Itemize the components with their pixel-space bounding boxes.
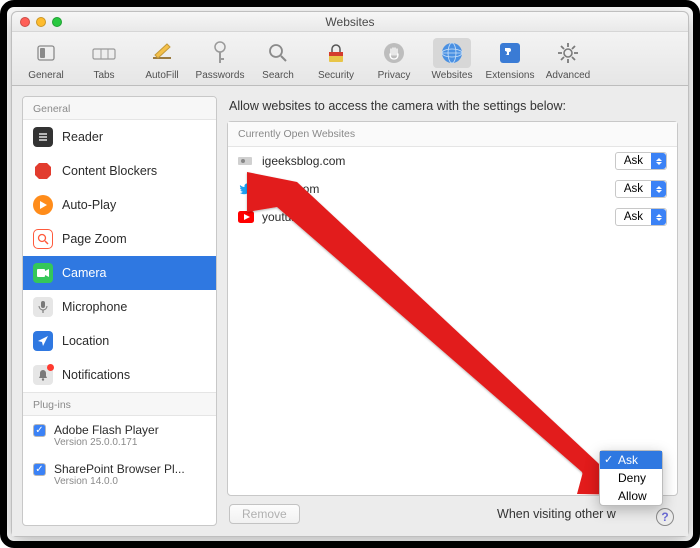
sidebar-item-label: Notifications (62, 368, 130, 382)
camera-icon (33, 263, 53, 283)
site-permission-select[interactable]: Ask (615, 180, 667, 198)
checkbox-icon[interactable]: ✓ (33, 424, 46, 437)
plugin-item-flash[interactable]: ✓ Adobe Flash Player Version 25.0.0.171 (23, 416, 216, 455)
pencil-icon (150, 42, 174, 64)
plugin-name: SharePoint Browser Pl... (54, 462, 185, 476)
stop-icon (33, 161, 53, 181)
site-name: igeeksblog.com (262, 154, 607, 168)
tabs-icon (91, 43, 117, 63)
sidebar-item-label: Page Zoom (62, 232, 127, 246)
switch-icon (35, 42, 57, 64)
zoom-page-icon (33, 229, 53, 249)
toolbar-extensions[interactable]: Extensions (482, 36, 538, 83)
sidebar-item-label: Microphone (62, 300, 127, 314)
permission-dropdown[interactable]: Ask Deny Allow (599, 450, 663, 506)
notifications-icon (33, 365, 53, 385)
plugin-item-sharepoint[interactable]: ✓ SharePoint Browser Pl... Version 14.0.… (23, 455, 216, 494)
sidebar-item-label: Camera (62, 266, 106, 280)
microphone-icon (33, 297, 53, 317)
site-row[interactable]: twitter.com Ask (228, 175, 677, 203)
site-name: twitter.com (262, 182, 607, 196)
toolbar-websites[interactable]: Websites (424, 36, 480, 83)
sidebar-group-plugins: Plug-ins (23, 392, 216, 416)
panel-header: Currently Open Websites (228, 122, 677, 147)
toolbar-privacy[interactable]: Privacy (366, 36, 422, 83)
preferences-toolbar: General Tabs AutoFill Passwords Search S… (12, 32, 688, 86)
play-icon (33, 195, 53, 215)
main-title: Allow websites to access the camera with… (227, 96, 678, 121)
sidebar-item-label: Reader (62, 130, 103, 144)
help-button[interactable]: ? (656, 508, 674, 526)
globe-icon (440, 41, 464, 65)
toolbar-security[interactable]: Security (308, 36, 364, 83)
websites-sidebar: General Reader Content Blockers Auto-Pla… (22, 96, 217, 526)
plugin-version: Version 25.0.0.171 (54, 437, 159, 448)
site-permission-select[interactable]: Ask (615, 208, 667, 226)
toolbar-tabs[interactable]: Tabs (76, 36, 132, 83)
lock-icon (325, 42, 347, 64)
stepper-arrows-icon (651, 209, 666, 225)
toolbar-search[interactable]: Search (250, 36, 306, 83)
sidebar-item-label: Location (62, 334, 109, 348)
key-icon (210, 40, 230, 66)
sidebar-item-page-zoom[interactable]: Page Zoom (23, 222, 216, 256)
plugin-name: Adobe Flash Player (54, 423, 159, 437)
twitter-favicon-icon (238, 181, 254, 197)
reader-icon (33, 127, 53, 147)
stepper-arrows-icon (651, 153, 666, 169)
sidebar-item-auto-play[interactable]: Auto-Play (23, 188, 216, 222)
remove-button[interactable]: Remove (229, 504, 300, 524)
sidebar-group-general: General (23, 97, 216, 120)
stepper-arrows-icon (651, 181, 666, 197)
toolbar-autofill[interactable]: AutoFill (134, 36, 190, 83)
window-title: Websites (12, 15, 688, 29)
sidebar-item-location[interactable]: Location (23, 324, 216, 358)
sidebar-item-microphone[interactable]: Microphone (23, 290, 216, 324)
gear-icon (556, 41, 580, 65)
titlebar: Websites (12, 12, 688, 32)
dropdown-option-deny[interactable]: Deny (600, 469, 662, 487)
puzzle-icon (498, 41, 522, 65)
youtube-favicon-icon (238, 209, 254, 225)
dropdown-option-allow[interactable]: Allow (600, 487, 662, 505)
sidebar-item-camera[interactable]: Camera (23, 256, 216, 290)
sidebar-item-reader[interactable]: Reader (23, 120, 216, 154)
site-row[interactable]: igeeksblog.com Ask (228, 147, 677, 175)
toolbar-passwords[interactable]: Passwords (192, 36, 248, 83)
site-row[interactable]: youtube.com Ask (228, 203, 677, 231)
search-icon (267, 42, 289, 64)
toolbar-general[interactable]: General (18, 36, 74, 83)
sidebar-item-content-blockers[interactable]: Content Blockers (23, 154, 216, 188)
sidebar-item-label: Auto-Play (62, 198, 116, 212)
websites-panel: Currently Open Websites igeeksblog.com A… (227, 121, 678, 496)
hand-icon (382, 41, 406, 65)
checkbox-icon[interactable]: ✓ (33, 463, 46, 476)
site-permission-select[interactable]: Ask (615, 152, 667, 170)
notification-badge-icon (47, 364, 54, 371)
sidebar-item-label: Content Blockers (62, 164, 157, 178)
sidebar-item-notifications[interactable]: Notifications (23, 358, 216, 392)
dropdown-option-ask[interactable]: Ask (600, 451, 662, 469)
footer-label: When visiting other w (497, 507, 616, 521)
toolbar-advanced[interactable]: Advanced (540, 36, 596, 83)
location-icon (33, 331, 53, 351)
site-name: youtube.com (262, 210, 607, 224)
site-favicon-icon (238, 153, 254, 169)
plugin-version: Version 14.0.0 (54, 476, 185, 487)
